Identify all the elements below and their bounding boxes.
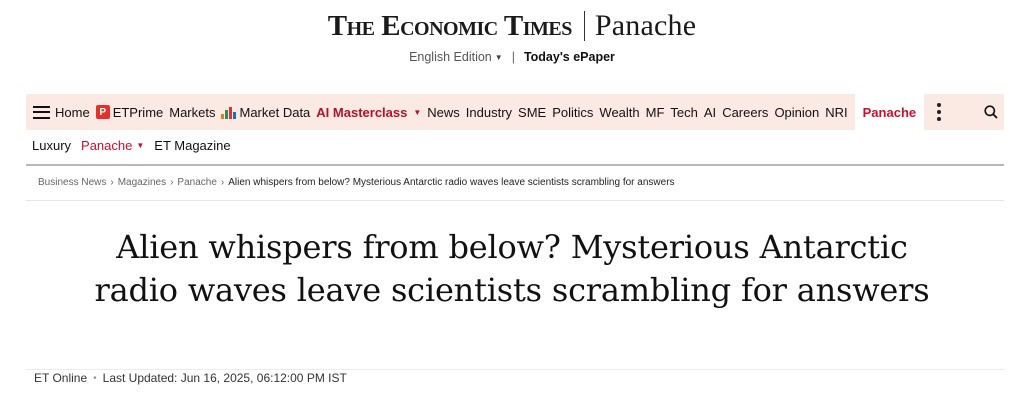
- nav-item-label: NRI: [825, 104, 848, 120]
- nav-item-news[interactable]: News: [424, 94, 463, 130]
- nav-item-markets[interactable]: Markets: [166, 94, 218, 130]
- nav-item-label: AI: [703, 104, 717, 120]
- nav-item-nri[interactable]: NRI: [822, 94, 850, 130]
- nav-item-mf[interactable]: MF: [643, 94, 668, 130]
- edition-separator: |: [511, 50, 515, 64]
- byline-divider: [26, 369, 1004, 370]
- breadcrumb-item[interactable]: Panache: [177, 177, 216, 188]
- byline-separator: •: [93, 372, 97, 384]
- article-headline: Alien whispers from below? Mysterious An…: [94, 228, 930, 309]
- subnav-item-luxury[interactable]: Luxury: [32, 138, 71, 153]
- economic-times-logo[interactable]: The Economic Times: [328, 10, 573, 43]
- vertical-dots-icon[interactable]: [924, 94, 954, 130]
- nav-item-label: AI Masterclass: [316, 104, 408, 120]
- breadcrumb-divider: [26, 200, 1004, 201]
- nav-item-label: Tech: [670, 104, 698, 120]
- breadcrumb-separator: ›: [110, 177, 114, 188]
- breadcrumb-separator: ›: [220, 177, 225, 188]
- todays-epaper-link[interactable]: Today's ePaper: [524, 50, 615, 64]
- nav-item-industry[interactable]: Industry: [463, 94, 515, 130]
- nav-item-label: MF: [645, 104, 665, 120]
- nav-item-ai[interactable]: AI: [701, 94, 719, 130]
- etprime-logo-icon: P: [95, 105, 110, 119]
- nav-item-label: Markets: [169, 104, 216, 120]
- breadcrumb-current: Alien whispers from below? Mysterious An…: [228, 177, 675, 188]
- nav-item-etprime[interactable]: P ETPrime: [93, 94, 167, 130]
- edition-bar: English Edition ▼ | Today's ePaper: [0, 50, 1024, 64]
- breadcrumb: Business News › Magazines › Panache › Al…: [38, 177, 675, 188]
- author-link[interactable]: ET Online: [34, 371, 87, 385]
- subnav-item-panache[interactable]: Panache: [81, 138, 132, 153]
- logo-divider: [583, 11, 585, 41]
- hamburger-menu-icon[interactable]: [33, 105, 50, 119]
- nav-item-label: Wealth: [599, 104, 640, 120]
- nav-item-sme[interactable]: SME: [515, 94, 549, 130]
- nav-item-home[interactable]: Home: [26, 94, 93, 130]
- edition-selector[interactable]: English Edition: [409, 50, 492, 64]
- article-byline: ET Online • Last Updated: Jun 16, 2025, …: [34, 371, 347, 385]
- nav-item-label: Opinion: [774, 104, 820, 120]
- search-icon[interactable]: [978, 94, 1004, 130]
- nav-item-label: Industry: [465, 104, 513, 120]
- breadcrumb-item[interactable]: Business News: [38, 177, 106, 188]
- chevron-down-icon[interactable]: ▼: [495, 53, 503, 62]
- nav-item-market-data[interactable]: Market Data: [218, 94, 313, 130]
- section-divider: [26, 164, 1004, 166]
- nav-item-tech[interactable]: Tech: [667, 94, 700, 130]
- chevron-down-icon[interactable]: ▼: [413, 108, 421, 117]
- nav-item-label: Careers: [722, 104, 769, 120]
- nav-item-label: Panache: [862, 104, 917, 120]
- nav-item-panache[interactable]: Panache: [854, 94, 925, 130]
- nav-item-ai-masterclass[interactable]: AI Masterclass ▼: [313, 94, 424, 130]
- nav-item-careers[interactable]: Careers: [719, 94, 771, 130]
- nav-item-opinion[interactable]: Opinion: [771, 94, 822, 130]
- chevron-down-icon[interactable]: ▼: [136, 141, 144, 150]
- subnav-item-et-magazine[interactable]: ET Magazine: [154, 138, 230, 153]
- breadcrumb-item[interactable]: Magazines: [118, 177, 166, 188]
- sub-nav: Luxury Panache ▼ ET Magazine: [32, 138, 241, 153]
- nav-item-label: Market Data: [239, 104, 311, 120]
- nav-item-label: SME: [518, 104, 547, 120]
- nav-item-label: Home: [55, 104, 90, 120]
- masthead: The Economic Times Panache: [0, 8, 1024, 44]
- nav-item-label: Politics: [552, 104, 594, 120]
- panache-logo[interactable]: Panache: [595, 9, 696, 43]
- nav-item-label: ETPrime: [112, 104, 164, 120]
- bar-chart-icon: [221, 105, 237, 119]
- nav-item-label: News: [427, 104, 460, 120]
- main-nav: Home P ETPrime Markets Market Data AI Ma…: [26, 94, 1004, 130]
- last-updated: Last Updated: Jun 16, 2025, 06:12:00 PM …: [102, 371, 347, 385]
- nav-item-wealth[interactable]: Wealth: [596, 94, 642, 130]
- nav-item-politics[interactable]: Politics: [549, 94, 596, 130]
- breadcrumb-separator: ›: [170, 177, 174, 188]
